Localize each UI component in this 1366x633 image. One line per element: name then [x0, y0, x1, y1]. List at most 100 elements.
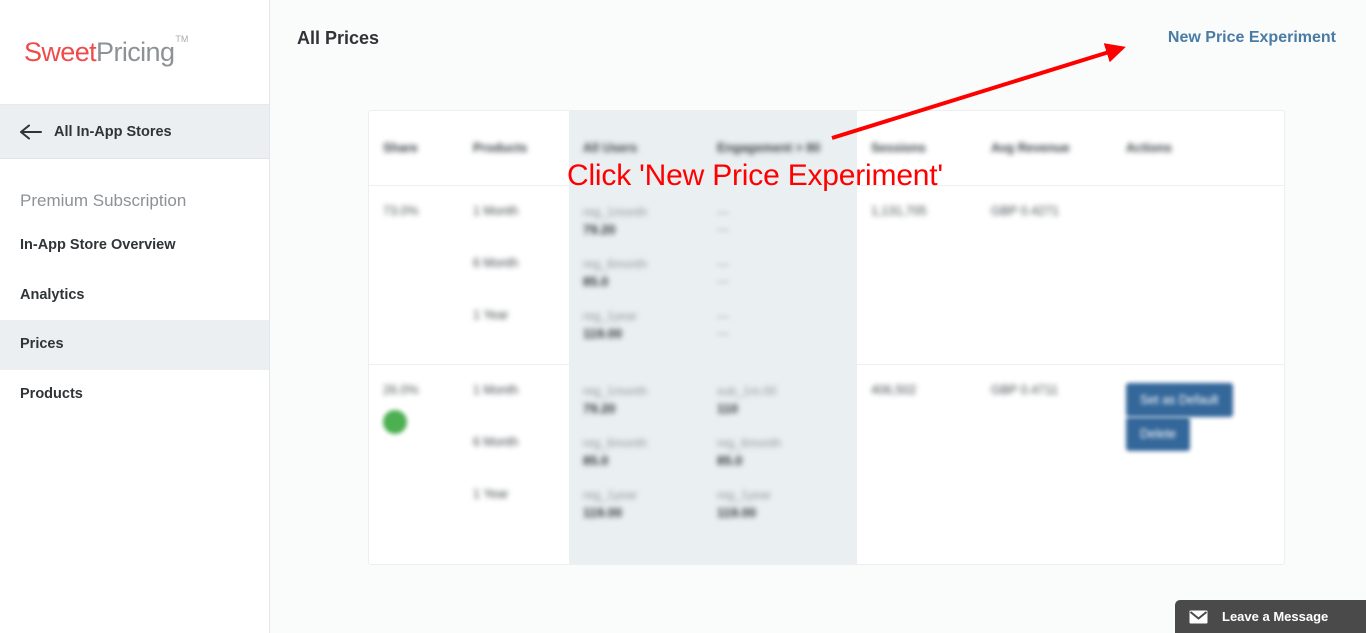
- price-label: reg_6month: [717, 435, 782, 450]
- price-entry: reg_1month 79.20: [583, 383, 703, 435]
- sessions-value: 406,502: [871, 382, 917, 397]
- price-entry: — —: [717, 308, 857, 343]
- column-header-sessions: Sessions: [857, 111, 977, 186]
- page-header: All Prices New Price Experiment: [270, 0, 1366, 76]
- arrow-left-icon: [20, 124, 42, 140]
- new-price-experiment-link[interactable]: New Price Experiment: [1168, 29, 1336, 47]
- price-entry: reg_6month 85.0: [717, 435, 857, 487]
- column-header-avg-revenue: Avg Revenue: [977, 111, 1112, 186]
- product-name: 1 Month: [473, 203, 519, 218]
- price-value: 79.20: [583, 221, 616, 237]
- trademark-symbol: TM: [175, 33, 189, 44]
- price-label: sub_1m.00: [717, 383, 777, 398]
- back-label: All In-App Stores: [54, 123, 172, 140]
- sidebar-item-in-app-store-overview[interactable]: In-App Store Overview: [0, 221, 269, 270]
- column-header-share: Share: [369, 111, 459, 186]
- price-value: 119.00: [717, 505, 757, 521]
- set-as-default-button[interactable]: Set as Default: [1126, 382, 1233, 417]
- price-entry: reg_1month 79.20: [583, 204, 703, 256]
- main-content: All Prices New Price Experiment Share Pr…: [270, 0, 1366, 633]
- price-label: reg_1month: [583, 204, 648, 219]
- price-value: 119.00: [583, 325, 623, 341]
- sidebar-item-label: Analytics: [20, 286, 85, 303]
- sidebar: SweetPricingTM All In-App Stores Premium…: [0, 0, 270, 633]
- price-label: —: [717, 204, 729, 219]
- price-label: reg_1month: [583, 383, 648, 398]
- delete-button[interactable]: Delete: [1126, 416, 1191, 451]
- cell-share: 26.0%: [369, 364, 459, 543]
- chat-widget-label: Leave a Message: [1222, 609, 1329, 624]
- price-label: —: [717, 256, 729, 271]
- table-row[interactable]: 26.0% 1 Month 6 Month 1 Year reg_1month …: [369, 364, 1284, 543]
- cell-products: 1 Month 6 Month 1 Year: [459, 364, 569, 543]
- price-value: —: [717, 325, 729, 340]
- sessions-value: 1,131,705: [871, 203, 927, 218]
- column-header-all-users: All Users: [569, 111, 703, 186]
- price-value: 85.0: [717, 453, 743, 469]
- avg-revenue-value: GBP 0.4271: [991, 203, 1059, 218]
- price-entry: reg_6month 85.0: [583, 435, 703, 487]
- product-name: 1 Year: [473, 307, 509, 322]
- share-value: 26.0%: [383, 382, 419, 397]
- page-title: All Prices: [297, 27, 380, 48]
- avg-revenue-value: GBP 0.4711: [991, 382, 1058, 397]
- table-row[interactable]: 73.0% 1 Month 6 Month 1 Year reg_1month …: [369, 185, 1284, 365]
- cell-all-users: reg_1month 79.20 reg_6month 85.0 reg_1ye…: [569, 364, 703, 543]
- column-header-actions: Actions: [1112, 111, 1284, 186]
- price-entry: reg_1year 119.00: [717, 487, 857, 523]
- price-label: reg_1year: [717, 487, 772, 502]
- sidebar-item-label: In-App Store Overview: [20, 237, 176, 254]
- price-entry: — —: [717, 256, 857, 308]
- price-entry: reg_6month 85.0: [583, 256, 703, 308]
- price-entry: sub_1m.00 110: [717, 383, 857, 435]
- price-value: 119.00: [583, 505, 623, 521]
- prices-table: Share Products All Users Engagement > 80…: [369, 111, 1284, 543]
- cell-all-users: reg_1month 79.20 reg_6month 85.0 reg_1ye…: [569, 185, 703, 365]
- price-label: reg_6month: [583, 435, 648, 450]
- brand-logo[interactable]: SweetPricingTM: [0, 0, 269, 105]
- back-to-all-stores-button[interactable]: All In-App Stores: [0, 105, 269, 159]
- price-label: reg_1year: [583, 308, 638, 323]
- logo-text: SweetPricingTM: [24, 34, 188, 67]
- cell-share: 73.0%: [369, 185, 459, 365]
- cell-engagement: sub_1m.00 110 reg_6month 85.0 reg_1year …: [703, 364, 857, 543]
- cell-actions: [1112, 185, 1284, 365]
- table-header-row: Share Products All Users Engagement > 80…: [369, 111, 1284, 186]
- sidebar-item-products[interactable]: Products: [0, 370, 269, 419]
- price-value: 79.20: [583, 401, 616, 417]
- price-label: reg_6month: [583, 256, 648, 271]
- product-name: 1 Month: [473, 382, 519, 397]
- cell-engagement: — — — — — —: [703, 185, 857, 365]
- set-as-default-button-wrap: Set as Default: [1126, 382, 1284, 417]
- table-header: Share Products All Users Engagement > 80…: [369, 111, 1284, 186]
- delete-button-wrap: Delete: [1126, 416, 1284, 451]
- price-entry: — —: [717, 204, 857, 256]
- status-badge: [383, 409, 407, 434]
- sidebar-item-analytics[interactable]: Analytics: [0, 271, 269, 320]
- prices-table-card: Share Products All Users Engagement > 80…: [368, 110, 1285, 565]
- table-body: 73.0% 1 Month 6 Month 1 Year reg_1month …: [369, 185, 1284, 543]
- leave-a-message-widget[interactable]: Leave a Message: [1175, 600, 1366, 633]
- cell-avg-revenue: GBP 0.4711: [977, 364, 1112, 543]
- cell-avg-revenue: GBP 0.4271: [977, 185, 1112, 365]
- sidebar-item-label: Products: [20, 385, 83, 402]
- logo-pricing-word: Pricing: [96, 36, 175, 67]
- price-value: —: [717, 273, 729, 288]
- sidebar-item-prices[interactable]: Prices: [0, 320, 269, 370]
- price-value: —: [717, 221, 729, 236]
- price-value: 85.0: [583, 453, 609, 469]
- product-name: 6 Month: [473, 434, 519, 449]
- price-value: 85.0: [583, 273, 609, 289]
- cell-actions: Set as Default Delete: [1112, 364, 1284, 543]
- logo-sweet-word: Sweet: [24, 36, 97, 67]
- app-root: SweetPricingTM All In-App Stores Premium…: [0, 0, 1366, 633]
- price-entry: reg_1year 119.00: [583, 308, 703, 344]
- sidebar-nav: Premium Subscription In-App Store Overvi…: [0, 159, 269, 419]
- sidebar-section-label: Premium Subscription: [20, 191, 187, 210]
- price-label: —: [717, 308, 729, 323]
- price-label: reg_1year: [583, 487, 638, 502]
- product-name: 6 Month: [473, 255, 519, 270]
- price-value: 110: [717, 401, 738, 417]
- price-entry: reg_1year 119.00: [583, 487, 703, 523]
- cell-products: 1 Month 6 Month 1 Year: [459, 185, 569, 365]
